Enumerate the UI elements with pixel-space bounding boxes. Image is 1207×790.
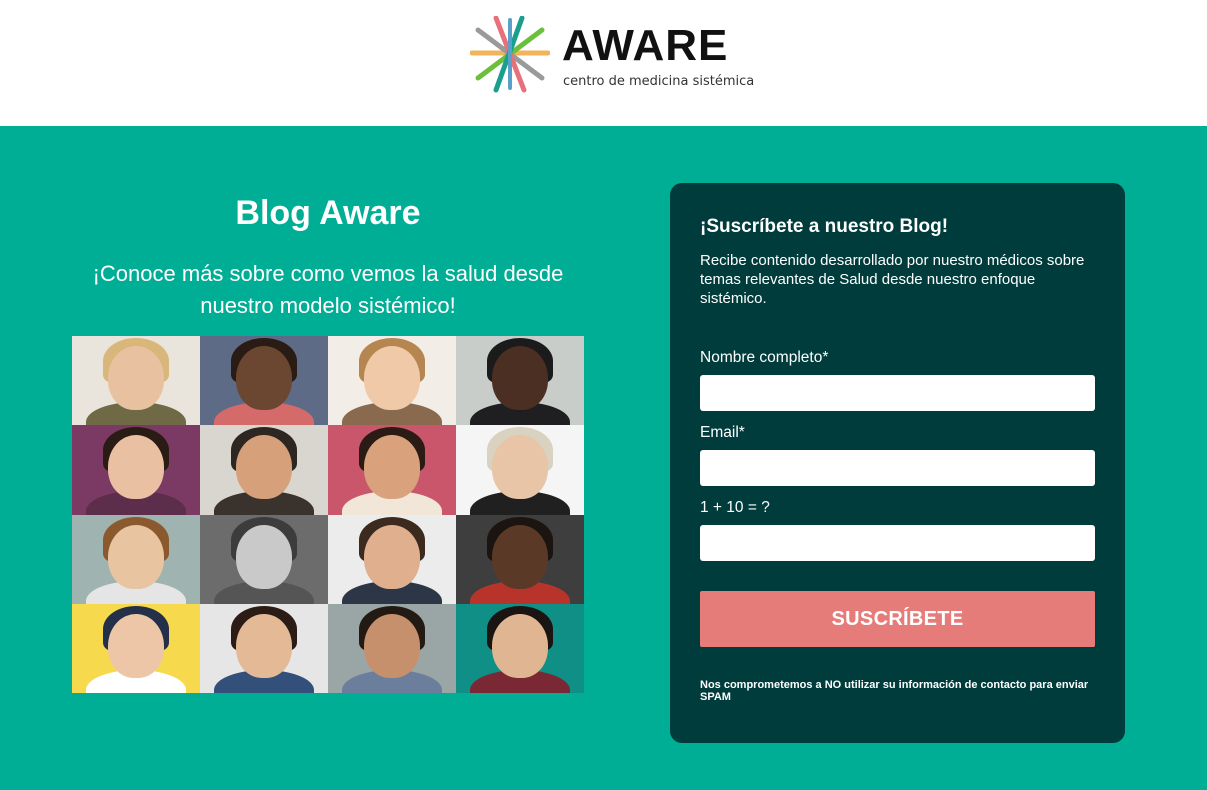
email-field[interactable] xyxy=(700,450,1095,486)
email-label: Email* xyxy=(700,424,745,441)
portrait-photo xyxy=(200,425,328,515)
portrait-face xyxy=(108,613,164,678)
logo-wordmark: AWARE xyxy=(562,21,729,70)
portrait-face xyxy=(364,346,420,410)
portrait-photo xyxy=(200,603,328,693)
hero-section: Blog Aware ¡Conoce más sobre como vemos … xyxy=(0,126,1207,790)
portrait-photo xyxy=(72,425,200,515)
subscribe-title: ¡Suscríbete a nuestro Blog! xyxy=(700,216,949,237)
portrait-face xyxy=(236,346,292,410)
logo-tagline: centro de medicina sistémica xyxy=(563,74,755,89)
portrait-photo xyxy=(456,336,584,426)
portrait-face xyxy=(108,435,164,500)
portrait-photo xyxy=(72,336,200,426)
portrait-face xyxy=(108,524,164,589)
portrait-photo xyxy=(200,336,328,426)
portrait-face xyxy=(364,435,420,500)
aware-logo[interactable]: AWARE centro de medicina sistémica xyxy=(470,16,760,96)
site-header: AWARE centro de medicina sistémica xyxy=(0,0,1207,126)
portrait-face xyxy=(492,613,548,678)
portrait-photo xyxy=(456,514,584,604)
portrait-photo xyxy=(328,425,456,515)
portrait-face xyxy=(492,524,548,589)
captcha-field[interactable] xyxy=(700,525,1095,561)
portrait-face xyxy=(236,435,292,500)
name-field[interactable] xyxy=(700,375,1095,411)
portrait-photo xyxy=(456,425,584,515)
portrait-photo xyxy=(72,603,200,693)
subscribe-description: Recibe contenido desarrollado por nuestr… xyxy=(700,252,1085,307)
portrait-photo xyxy=(456,603,584,693)
portrait-face xyxy=(364,613,420,678)
subscribe-card: ¡Suscríbete a nuestro Blog! Recibe conte… xyxy=(670,183,1125,743)
starburst-icon xyxy=(470,16,550,93)
portrait-face xyxy=(364,524,420,589)
portrait-photo xyxy=(72,514,200,604)
portrait-face xyxy=(236,613,292,678)
portrait-face xyxy=(108,346,164,410)
name-label: Nombre completo* xyxy=(700,349,829,366)
subscribe-button[interactable]: SUSCRÍBETE xyxy=(700,591,1095,647)
page-title: Blog Aware xyxy=(235,194,421,232)
people-photo-collage xyxy=(72,336,584,693)
portrait-face xyxy=(492,435,548,500)
portrait-photo xyxy=(328,603,456,693)
portrait-photo xyxy=(328,336,456,426)
portrait-face xyxy=(492,346,548,410)
captcha-label: 1 + 10 = ? xyxy=(700,499,770,516)
portrait-face xyxy=(236,524,292,589)
spam-note: Nos comprometemos a NO utilizar su infor… xyxy=(700,679,1089,703)
portrait-photo xyxy=(328,514,456,604)
page-subtitle: ¡Conoce más sobre como vemos la salud de… xyxy=(92,261,564,318)
portrait-photo xyxy=(200,514,328,604)
